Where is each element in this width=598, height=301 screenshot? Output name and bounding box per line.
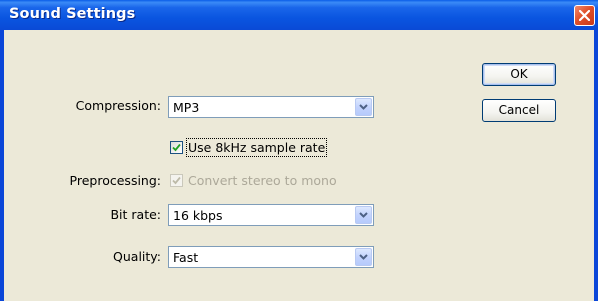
compression-select[interactable]: MP3 [168,96,374,118]
bit-rate-value: 16 kbps [173,208,223,223]
convert-stereo-label: Convert stereo to mono [188,173,337,188]
checkmark-icon [172,176,181,185]
quality-dropdown-button[interactable] [355,248,372,266]
bit-rate-dropdown-button[interactable] [355,206,372,224]
bit-rate-label: Bit rate: [110,207,161,222]
title-bar[interactable]: Sound Settings [0,0,598,30]
sample-rate-label[interactable]: Use 8kHz sample rate [185,138,328,157]
ok-button[interactable]: OK [482,63,556,86]
quality-select[interactable]: Fast [168,246,374,268]
checkmark-icon [172,143,181,152]
preprocessing-label: Preprocessing: [69,173,161,188]
convert-stereo-checkbox[interactable] [170,174,183,187]
compression-value: MP3 [173,100,200,115]
chevron-down-icon [359,212,368,218]
dialog-body: Compression: MP3 Use 8kHz sample rate Pr… [4,30,594,301]
compression-dropdown-button[interactable] [355,98,372,116]
dialog-title: Sound Settings [9,6,136,22]
close-icon [579,10,590,21]
sound-settings-dialog: Sound Settings Compression: MP3 Use 8kHz… [0,0,598,301]
quality-value: Fast [173,250,199,265]
chevron-down-icon [359,104,368,110]
cancel-button[interactable]: Cancel [482,99,556,122]
chevron-down-icon [359,254,368,260]
quality-label: Quality: [113,249,161,264]
compression-label: Compression: [75,98,161,113]
sample-rate-checkbox[interactable] [170,141,183,154]
bit-rate-select[interactable]: 16 kbps [168,204,374,226]
close-button[interactable] [574,5,595,26]
